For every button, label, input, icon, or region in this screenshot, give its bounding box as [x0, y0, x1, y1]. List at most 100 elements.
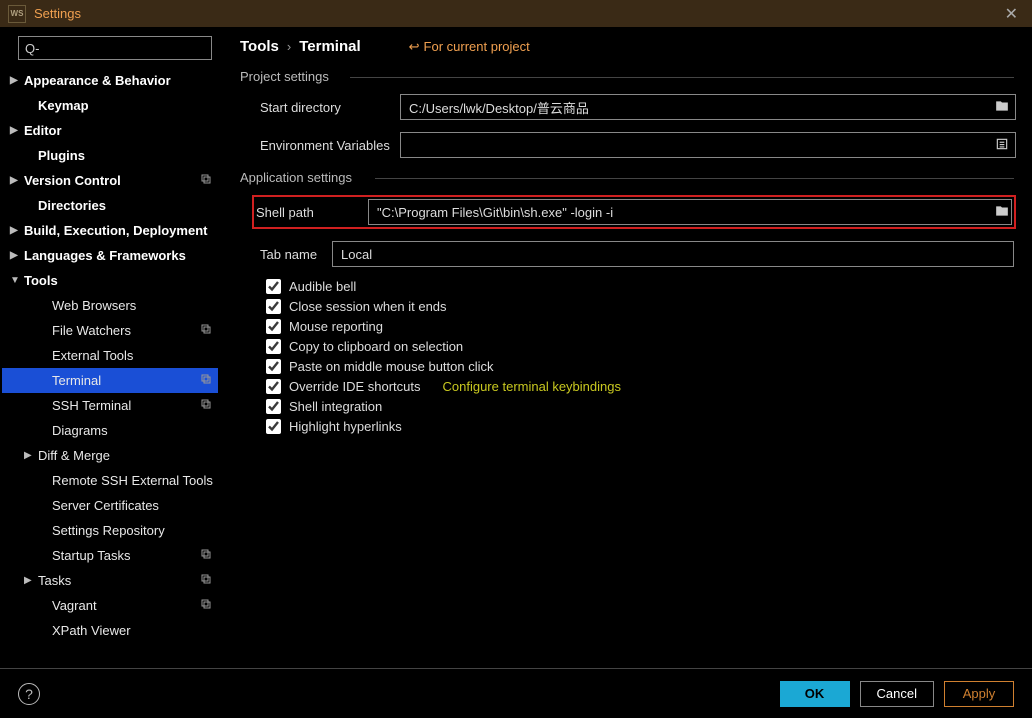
- sidebar-item-label: Directories: [38, 198, 106, 213]
- breadcrumb-sep: ›: [287, 39, 291, 54]
- checkbox-row: Highlight hyperlinks: [240, 419, 1014, 434]
- sidebar-item-label: Terminal: [52, 373, 101, 388]
- sidebar-item-build-execution-deployment[interactable]: ▶Build, Execution, Deployment: [2, 218, 218, 243]
- sidebar-item-appearance-behavior[interactable]: ▶Appearance & Behavior: [2, 68, 218, 93]
- expand-arrow-icon: ▼: [10, 275, 24, 286]
- configure-keybindings-link[interactable]: Configure terminal keybindings: [443, 379, 621, 394]
- help-icon[interactable]: ?: [18, 683, 40, 705]
- sidebar-item-label: XPath Viewer: [52, 623, 131, 638]
- app-logo: WS: [8, 5, 26, 23]
- sidebar-item-vagrant[interactable]: Vagrant: [2, 593, 218, 618]
- application-settings-header: Application settings: [240, 170, 1014, 185]
- window-title: Settings: [34, 6, 999, 21]
- copy-icon: [200, 573, 212, 588]
- sidebar-item-label: Languages & Frameworks: [24, 248, 186, 263]
- sidebar-item-label: Diff & Merge: [38, 448, 110, 463]
- sidebar-item-settings-repository[interactable]: Settings Repository: [2, 518, 218, 543]
- start-directory-input[interactable]: [400, 94, 1016, 120]
- shell-path-label: Shell path: [242, 205, 368, 220]
- sidebar-item-startup-tasks[interactable]: Startup Tasks: [2, 543, 218, 568]
- reset-icon: ↩: [409, 39, 420, 55]
- sidebar-item-label: Startup Tasks: [52, 548, 131, 563]
- sidebar-item-label: Tools: [24, 273, 58, 288]
- checkbox-copy-to-clipboard-on-selection[interactable]: [266, 339, 281, 354]
- checkbox-highlight-hyperlinks[interactable]: [266, 419, 281, 434]
- checkbox-label: Close session when it ends: [289, 299, 447, 314]
- expand-arrow-icon: ▶: [24, 575, 38, 586]
- checkbox-mouse-reporting[interactable]: [266, 319, 281, 334]
- titlebar: WS Settings ✕: [0, 0, 1032, 28]
- checkbox-close-session-when-it-ends[interactable]: [266, 299, 281, 314]
- expand-arrow-icon: ▶: [10, 125, 24, 136]
- sidebar-item-label: Appearance & Behavior: [24, 73, 171, 88]
- sidebar-item-keymap[interactable]: Keymap: [2, 93, 218, 118]
- for-current-project[interactable]: ↩ For current project: [409, 39, 530, 55]
- shell-path-input[interactable]: [368, 199, 1012, 225]
- copy-icon: [200, 373, 212, 388]
- env-vars-label: Environment Variables: [260, 138, 400, 153]
- sidebar-item-diagrams[interactable]: Diagrams: [2, 418, 218, 443]
- sidebar-item-xpath-viewer[interactable]: XPath Viewer: [2, 618, 218, 643]
- checkbox-audible-bell[interactable]: [266, 279, 281, 294]
- sidebar-item-languages-frameworks[interactable]: ▶Languages & Frameworks: [2, 243, 218, 268]
- tab-name-label: Tab name: [260, 247, 332, 262]
- copy-icon: [200, 598, 212, 613]
- copy-icon: [200, 323, 212, 338]
- checkbox-shell-integration[interactable]: [266, 399, 281, 414]
- sidebar-item-label: File Watchers: [52, 323, 131, 338]
- project-settings-header: Project settings: [240, 69, 1014, 84]
- checkbox-label: Shell integration: [289, 399, 382, 414]
- list-icon[interactable]: [990, 137, 1014, 154]
- sidebar-item-file-watchers[interactable]: File Watchers: [2, 318, 218, 343]
- checkbox-row: Shell integration: [240, 399, 1014, 414]
- sidebar-item-label: SSH Terminal: [52, 398, 131, 413]
- sidebar-item-label: Vagrant: [52, 598, 97, 613]
- sidebar-item-external-tools[interactable]: External Tools: [2, 343, 218, 368]
- expand-arrow-icon: ▶: [10, 75, 24, 86]
- checkbox-row: Close session when it ends: [240, 299, 1014, 314]
- cancel-button[interactable]: Cancel: [860, 681, 934, 707]
- sidebar-item-tools[interactable]: ▼Tools: [2, 268, 218, 293]
- env-vars-input[interactable]: [400, 132, 1016, 158]
- checkbox-row: Paste on middle mouse button click: [240, 359, 1014, 374]
- sidebar-item-label: Version Control: [24, 173, 121, 188]
- checkbox-label: Override IDE shortcuts: [289, 379, 421, 394]
- copy-icon: [200, 173, 212, 188]
- close-icon[interactable]: ✕: [999, 4, 1024, 24]
- sidebar-item-directories[interactable]: Directories: [2, 193, 218, 218]
- sidebar-item-editor[interactable]: ▶Editor: [2, 118, 218, 143]
- checkbox-row: Override IDE shortcuts Configure terminal…: [240, 379, 1014, 394]
- sidebar-item-tasks[interactable]: ▶Tasks: [2, 568, 218, 593]
- sidebar-item-terminal[interactable]: Terminal: [2, 368, 218, 393]
- checkbox-paste-on-middle-mouse-button-click[interactable]: [266, 359, 281, 374]
- sidebar-item-label: Tasks: [38, 573, 71, 588]
- sidebar-item-label: Web Browsers: [52, 298, 136, 313]
- sidebar-item-diff-merge[interactable]: ▶Diff & Merge: [2, 443, 218, 468]
- tab-name-input[interactable]: [332, 241, 1014, 267]
- sidebar-item-web-browsers[interactable]: Web Browsers: [2, 293, 218, 318]
- checkbox-override-ide-shortcuts[interactable]: [266, 379, 281, 394]
- checkbox-row: Mouse reporting: [240, 319, 1014, 334]
- sidebar-item-label: Diagrams: [52, 423, 108, 438]
- breadcrumb-root[interactable]: Tools: [240, 38, 279, 55]
- start-directory-label: Start directory: [260, 100, 400, 115]
- sidebar-item-label: Editor: [24, 123, 62, 138]
- sidebar-item-label: External Tools: [52, 348, 133, 363]
- checkbox-label: Mouse reporting: [289, 319, 383, 334]
- search-input[interactable]: Q-: [18, 36, 212, 60]
- sidebar-item-plugins[interactable]: Plugins: [2, 143, 218, 168]
- sidebar-item-version-control[interactable]: ▶Version Control: [2, 168, 218, 193]
- checkbox-label: Paste on middle mouse button click: [289, 359, 494, 374]
- search-placeholder: Q-: [25, 41, 39, 56]
- apply-button[interactable]: Apply: [944, 681, 1014, 707]
- sidebar-item-server-certificates[interactable]: Server Certificates: [2, 493, 218, 518]
- ok-button[interactable]: OK: [780, 681, 850, 707]
- breadcrumb: Tools › Terminal ↩ For current project: [240, 38, 1014, 55]
- checkbox-row: Copy to clipboard on selection: [240, 339, 1014, 354]
- checkbox-label: Highlight hyperlinks: [289, 419, 402, 434]
- sidebar-item-ssh-terminal[interactable]: SSH Terminal: [2, 393, 218, 418]
- sidebar-item-label: Build, Execution, Deployment: [24, 223, 207, 238]
- sidebar-item-label: Server Certificates: [52, 498, 159, 513]
- sidebar-item-remote-ssh-external-tools[interactable]: Remote SSH External Tools: [2, 468, 218, 493]
- sidebar-item-label: Settings Repository: [52, 523, 165, 538]
